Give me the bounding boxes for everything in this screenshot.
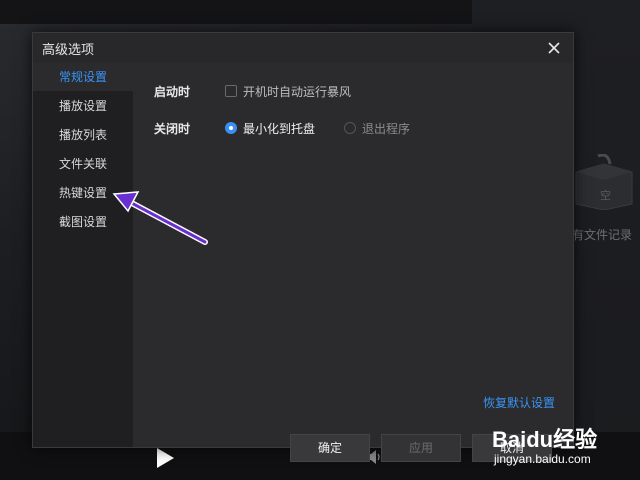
- sidebar-item-playlist[interactable]: 播放列表: [33, 121, 133, 149]
- empty-box-label: 空: [600, 188, 611, 202]
- ok-button[interactable]: 确定: [290, 434, 370, 462]
- sidebar-item-playback[interactable]: 播放设置: [33, 92, 133, 120]
- restore-defaults-link[interactable]: 恢复默认设置: [483, 394, 555, 411]
- player-title-bar: [0, 0, 472, 24]
- minimize-to-tray-text[interactable]: 最小化到托盘: [243, 120, 315, 137]
- general-settings-panel: 启动时 开机时自动运行暴风 关闭时 最小化到托盘 退出程序 恢复默认设置 确定 …: [133, 63, 573, 462]
- empty-box-icon: 空: [575, 154, 633, 210]
- sidebar-item-file-association[interactable]: 文件关联: [33, 150, 133, 178]
- dialog-titlebar[interactable]: 高级选项: [33, 33, 573, 63]
- sidebar-item-general[interactable]: 常规设置: [33, 63, 133, 91]
- exit-program-text[interactable]: 退出程序: [362, 120, 410, 137]
- empty-list-text: 有文件记录: [572, 228, 633, 242]
- startup-label: 启动时: [154, 85, 191, 99]
- autostart-option-text[interactable]: 开机时自动运行暴风: [243, 83, 351, 100]
- autostart-checkbox[interactable]: [225, 85, 237, 97]
- watermark-logo: Baidu经验: [492, 427, 598, 452]
- sidebar-item-hotkeys[interactable]: 热键设置: [33, 179, 133, 207]
- watermark-url: jingyan.baidu.com: [494, 452, 591, 466]
- on-close-label: 关闭时: [154, 122, 191, 136]
- play-icon[interactable]: [155, 447, 175, 469]
- sidebar-item-screenshot[interactable]: 截图设置: [33, 208, 133, 236]
- settings-sidebar: 常规设置 播放设置 播放列表 文件关联 热键设置 截图设置: [33, 63, 133, 447]
- exit-program-radio[interactable]: [344, 122, 356, 134]
- apply-button[interactable]: 应用: [381, 434, 461, 462]
- close-icon[interactable]: [543, 37, 565, 59]
- minimize-to-tray-radio[interactable]: [225, 122, 237, 134]
- baidu-watermark: Baidu经验 jingyan.baidu.com: [484, 418, 636, 478]
- advanced-options-dialog: 高级选项 常规设置 播放设置 播放列表 文件关联 热键设置 截图设置 启动时 开…: [32, 32, 574, 462]
- dialog-title: 高级选项: [42, 43, 95, 58]
